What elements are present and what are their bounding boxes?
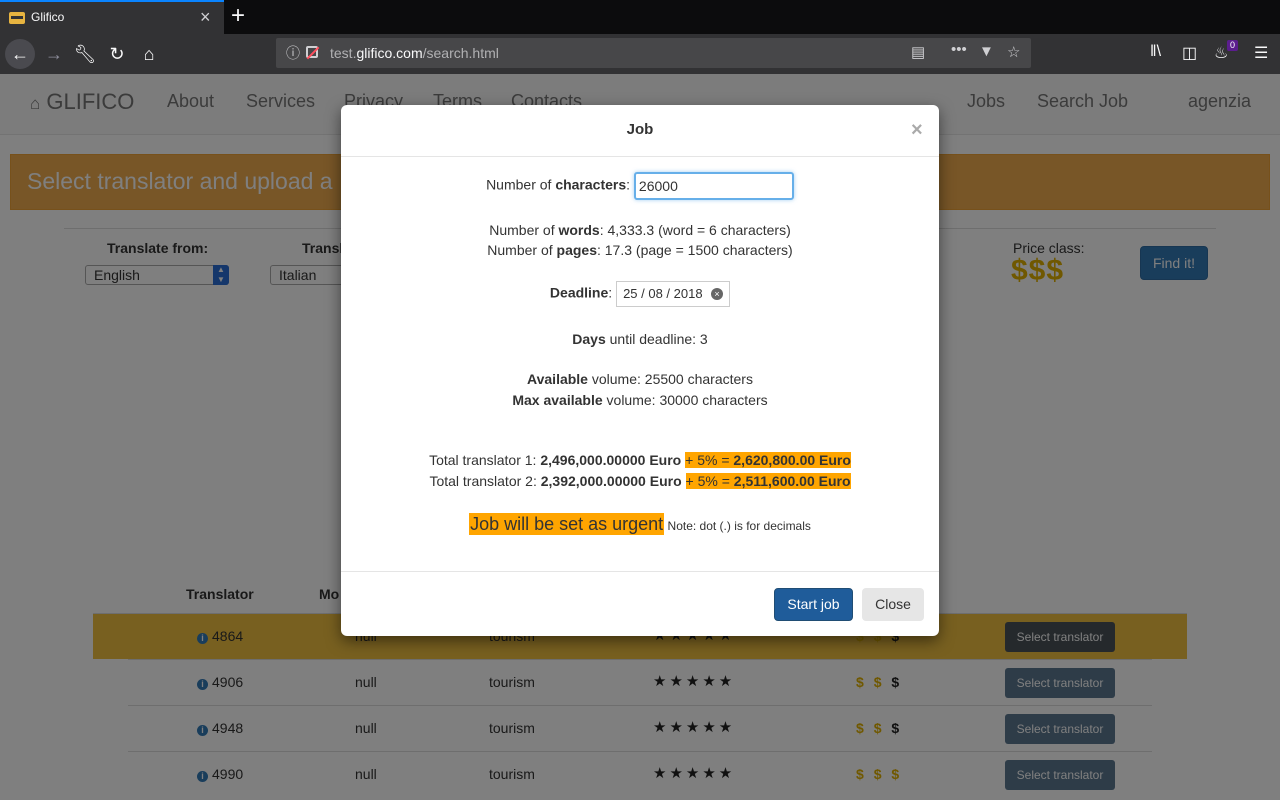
close-icon[interactable]: ×: [911, 120, 923, 140]
new-tab-icon[interactable]: +: [231, 3, 245, 29]
clear-date-icon[interactable]: ×: [711, 288, 724, 300]
library-icon[interactable]: ‖\: [1150, 43, 1161, 61]
modal-title: Job: [626, 121, 654, 138]
browser-tab[interactable]: Glifico ×: [0, 0, 224, 34]
days-until-deadline: Days until deadline: 3: [572, 331, 708, 347]
notification-badge: 0: [1227, 40, 1239, 51]
home-icon[interactable]: ⌂: [135, 34, 163, 74]
url-bar[interactable]: ⓘ test.glifico.com/search.html ▤ ••• ▼ ☆: [276, 38, 1031, 68]
urgent-notice: Job will be set as urgent: [469, 513, 665, 535]
close-button[interactable]: Close: [862, 588, 924, 621]
pages-line: Number of pages: 17.3 (page = 1500 chara…: [487, 242, 793, 258]
characters-label: Number of characters:: [486, 176, 634, 193]
urgent-row: Job will be set as urgent Note: dot (.) …: [341, 513, 939, 535]
deadline-row: Deadline: 25 / 08 / 2018 ×: [341, 281, 939, 307]
max-available-volume: Max available volume: 30000 characters: [512, 392, 768, 408]
tab-title: Glifico: [31, 10, 65, 24]
browser-toolbar: ← → 🔧︎ ↻ ⌂ ⓘ test.glifico.com/search.htm…: [0, 34, 1280, 74]
tab-close-icon[interactable]: ×: [200, 7, 211, 27]
total-translator-1: Total translator 1: 2,496,000.00000 Euro…: [429, 452, 851, 468]
reader-view-icon[interactable]: ▤: [911, 43, 925, 61]
menu-icon[interactable]: ☰: [1254, 43, 1268, 63]
characters-input[interactable]: 26000: [633, 172, 794, 200]
url-text: test.glifico.com/search.html: [330, 45, 499, 61]
pocket-icon[interactable]: ▼: [979, 43, 994, 60]
bookmark-star-icon[interactable]: ☆: [1007, 43, 1020, 61]
job-modal: Job × Number of characters: 26000 Number…: [341, 105, 939, 636]
start-job-button[interactable]: Start job: [774, 588, 853, 621]
total-translator-2: Total translator 2: 2,392,000.00000 Euro…: [429, 473, 851, 489]
browser-tab-bar: Glifico × +: [0, 0, 1280, 34]
back-icon[interactable]: ←: [5, 39, 35, 69]
wrench-icon[interactable]: 🔧︎: [71, 34, 99, 74]
characters-row: Number of characters: 26000: [341, 172, 939, 200]
words-line: Number of words: 4,333.3 (word = 6 chara…: [489, 222, 791, 238]
forward-icon[interactable]: →: [40, 34, 68, 74]
deadline-label: Deadline: [549, 284, 609, 301]
insecure-lock-icon: [306, 46, 318, 58]
available-volume: Available volume: 25500 characters: [527, 371, 753, 387]
reload-icon[interactable]: ↻: [103, 34, 131, 74]
sidebar-icon[interactable]: ◫: [1182, 43, 1197, 63]
modal-header: Job ×: [341, 105, 939, 157]
glifico-favicon-icon: [9, 12, 25, 24]
site-info-icon[interactable]: ⓘ: [286, 43, 300, 63]
decimals-note: Note: dot (.) is for decimals: [664, 519, 811, 533]
deadline-date-input[interactable]: 25 / 08 / 2018 ×: [616, 281, 731, 307]
page-actions-icon[interactable]: •••: [951, 41, 967, 58]
modal-footer: Start job Close: [341, 571, 939, 637]
